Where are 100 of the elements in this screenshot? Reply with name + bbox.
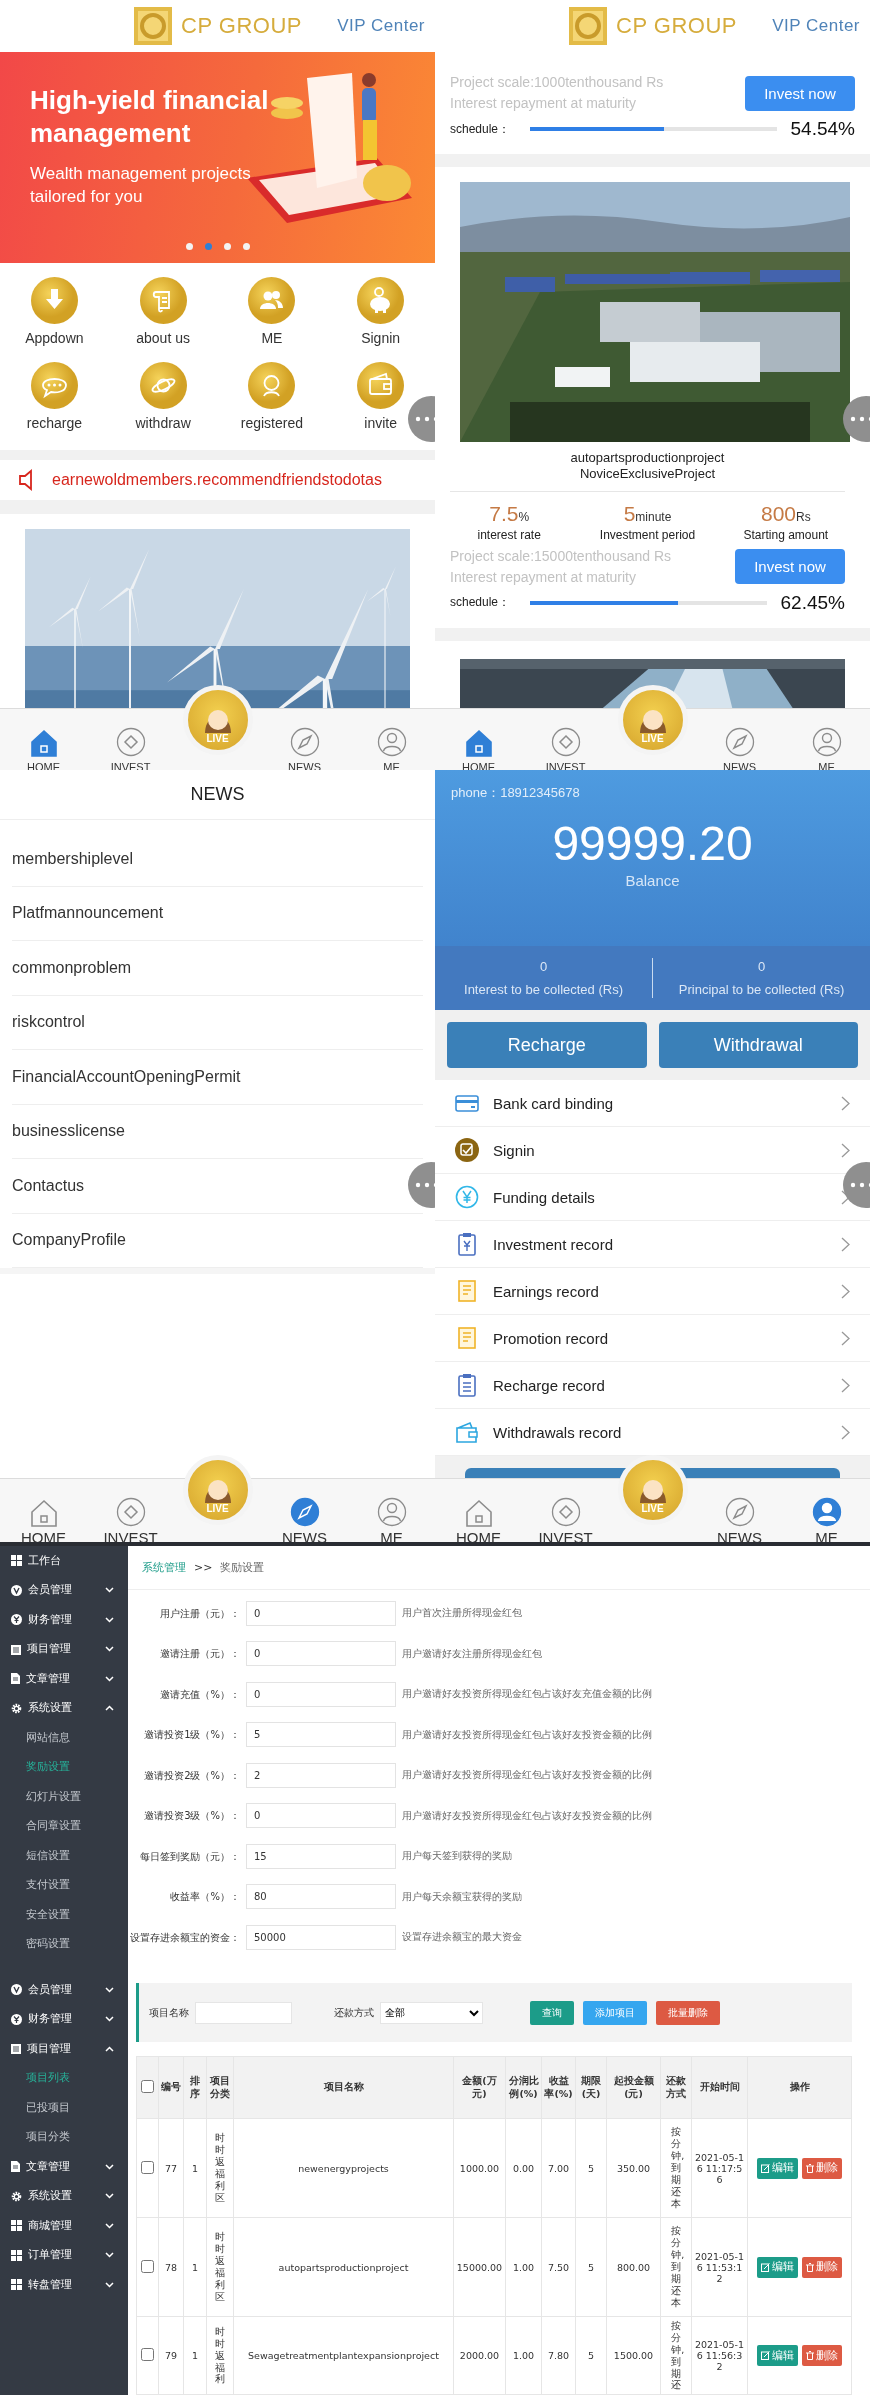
name-input[interactable] [195, 2001, 292, 2024]
delete-button[interactable]: 删除 [802, 2345, 842, 2367]
row-checkbox[interactable] [141, 2259, 154, 2273]
sidebar-subitem[interactable]: 安全设置 [0, 1900, 128, 1930]
carousel-dot[interactable] [204, 243, 212, 250]
stat-value: 7.5% [488, 501, 531, 526]
phone-number: phone：18912345678 [450, 784, 581, 802]
row-checkbox[interactable] [141, 2160, 154, 2174]
field-hint: 用户邀请好友投资所得现金红包占该好友投资金额的比例 [402, 1768, 653, 1783]
menu-row[interactable]: Promotion record [435, 1315, 870, 1362]
value-input[interactable]: 2 [246, 1762, 396, 1788]
action-button[interactable]: Withdrawal [658, 1022, 858, 1068]
sidebar-item[interactable]: 文章管理 [0, 1664, 128, 1694]
action-button[interactable]: Recharge [447, 1022, 647, 1068]
sidebar-subitem[interactable]: 已投项目 [0, 2093, 128, 2123]
field-hint: 用户首次注册所得现金红包 [402, 1606, 523, 1621]
column-header: 还款方式 [660, 2056, 692, 2119]
sidebar-item[interactable]: 转盘管理 [0, 2270, 128, 2300]
sidebar-subitem[interactable]: 项目分类 [0, 2122, 128, 2152]
sidebar-subitem[interactable]: 支付设置 [0, 1870, 128, 1900]
sidebar-item[interactable]: 系统设置 [0, 2181, 128, 2211]
sidebar-item[interactable]: 文章管理 [0, 2152, 128, 2182]
sidebar-item[interactable]: 商城管理 [0, 2211, 128, 2241]
stat-text: 0 Principal to be collected (Rs) [677, 957, 846, 999]
piggy-bank-icon [357, 277, 405, 324]
shortcut-button[interactable]: invite [357, 361, 405, 442]
menu-row[interactable]: Funding details [435, 1174, 870, 1221]
sidebar-subitem[interactable]: 密码设置 [0, 1929, 128, 1959]
news-category-item[interactable]: membershiplevel [12, 849, 133, 868]
shortcut-button[interactable]: Signin [357, 277, 405, 358]
sidebar-item[interactable]: 工作台 [0, 1546, 128, 1576]
value-input[interactable]: 50000 [246, 1924, 396, 1950]
sidebar-item[interactable]: 财务管理 [0, 1605, 128, 1635]
value-input[interactable]: 5 [246, 1722, 396, 1748]
logo-icon [133, 6, 173, 46]
stat-value: 5minute [622, 501, 673, 526]
news-category-item[interactable]: FinancialAccountOpeningPermit [12, 1067, 241, 1086]
sidebar-item[interactable]: 会员管理 [0, 1575, 128, 1605]
edit-icon [761, 2262, 770, 2272]
breadcrumb-link[interactable]: 系统管理 [142, 1560, 186, 1575]
column-header: 金额(万元) [453, 2056, 506, 2119]
banner-title: High-yield financial management [30, 84, 270, 149]
sidebar-item[interactable]: 系统设置 [0, 1693, 128, 1723]
shortcut-button[interactable]: withdraw [135, 361, 191, 442]
sidebar-subitem[interactable]: 合同章设置 [0, 1811, 128, 1841]
home-icon [463, 1499, 494, 1527]
sidebar-item[interactable]: 项目管理 [0, 1634, 128, 1664]
shortcut-button[interactable]: about us [136, 277, 190, 358]
sidebar-item[interactable]: 财务管理 [0, 2004, 128, 2034]
menu-row[interactable]: Recharge record [435, 1362, 870, 1409]
news-category-item[interactable]: CompanyProfile [12, 1231, 126, 1250]
project-terms: Project scale:15000tenthousand Rs Interest repayment at maturity [450, 546, 672, 587]
vip-center-link[interactable]: VIP Center [772, 16, 860, 36]
menu-row[interactable]: Withdrawals record [435, 1409, 870, 1456]
value-input[interactable]: 0 [246, 1600, 396, 1626]
value-input[interactable]: 80 [246, 1884, 396, 1910]
menu-row[interactable]: Investment record [435, 1221, 870, 1268]
notice-text: earnewoldmembers.recommendfriendstodotas [52, 471, 382, 489]
trash-icon [806, 2262, 814, 2272]
row-checkbox[interactable] [141, 2348, 154, 2362]
vip-center-link[interactable]: VIP Center [337, 16, 425, 36]
news-category-item[interactable]: Contactus [12, 1176, 85, 1195]
sidebar-subitem[interactable]: 项目列表 [0, 2063, 128, 2093]
sidebar-subitem[interactable]: 网站信息 [0, 1723, 128, 1753]
sidebar-subitem[interactable]: 奖励设置 [0, 1752, 128, 1782]
value-input[interactable]: 0 [246, 1803, 396, 1829]
table-cell: 按分钟,到期还 [660, 2316, 692, 2395]
menu-row[interactable]: Bank card binding [435, 1080, 870, 1127]
sidebar-item[interactable]: 项目管理 [0, 2034, 128, 2064]
table-cell: 按分钟,到期还本 [660, 2217, 692, 2317]
value-input[interactable]: 15 [246, 1843, 396, 1869]
select-all-checkbox[interactable] [141, 2080, 154, 2093]
field-label: 设置存进余额宝的资金： [129, 1930, 240, 1944]
delete-button[interactable]: 删除 [802, 2256, 842, 2278]
menu-row[interactable]: Signin [435, 1127, 870, 1174]
news-category-item[interactable]: Platfmannouncement [12, 904, 164, 923]
table-cell: 2021-05-16 11:56:32 [691, 2316, 748, 2395]
carousel-dot[interactable] [185, 243, 193, 250]
shortcut-button[interactable]: registered [240, 361, 303, 442]
field-hint: 用户邀请好友投资所得现金红包占该好友充值金额的比例 [402, 1687, 653, 1702]
sidebar-subitem[interactable]: 短信设置 [0, 1841, 128, 1871]
news-category-item[interactable]: riskcontrol [12, 1013, 85, 1032]
repay-select[interactable]: 全部 [380, 2001, 483, 2024]
news-category-item[interactable]: businesslicense [12, 1122, 125, 1141]
shortcut-button[interactable]: Appdown [25, 277, 84, 358]
carousel-dot[interactable] [242, 243, 250, 250]
action-button[interactable]: 批量删除 [656, 2000, 720, 2025]
carousel-dot[interactable] [223, 243, 231, 250]
sidebar-subitem[interactable]: 幻灯片设置 [0, 1782, 128, 1812]
news-category-item[interactable]: commonproblem [12, 958, 132, 977]
delete-button[interactable]: 删除 [802, 2157, 842, 2179]
chevron-right-icon [841, 1424, 850, 1440]
shortcut-button[interactable]: recharge [26, 361, 82, 442]
shortcut-button[interactable]: ME [248, 277, 296, 358]
menu-row[interactable]: Earnings record [435, 1268, 870, 1315]
field-label: 邀请投资2级（%）： [143, 1768, 240, 1782]
value-input[interactable]: 0 [246, 1681, 396, 1707]
sidebar-item[interactable]: 订单管理 [0, 2240, 128, 2270]
sidebar-item[interactable]: 会员管理 [0, 1975, 128, 2005]
value-input[interactable]: 0 [246, 1641, 396, 1667]
